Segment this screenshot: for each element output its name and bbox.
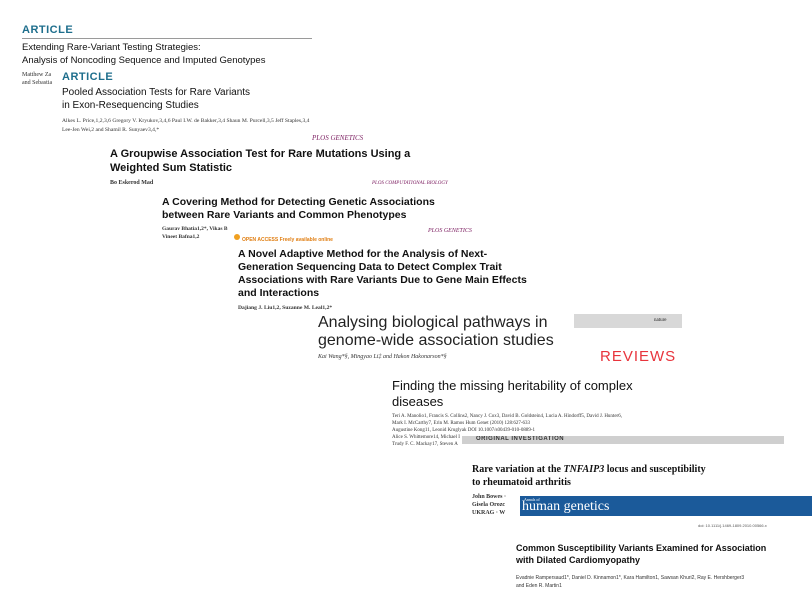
plos-comp-bio-logo: PLOS COMPUTATIONAL BIOLOGY: [372, 181, 448, 186]
paper-title-line1: Common Susceptibility Variants Examined …: [516, 543, 767, 553]
paper-title-line2: with Dilated Cardiomyopathy: [516, 555, 641, 565]
paper-title-line1: A Groupwise Association Test for Rare Mu…: [110, 148, 411, 160]
paper-card-groupwise-association: A Groupwise Association Test for Rare Mu…: [102, 143, 450, 193]
paper-authors-line2: and Sebastia: [22, 80, 53, 86]
paper-authors-line1: Matthew Za: [22, 72, 52, 78]
paper-title-line1: Finding the missing heritability of comp…: [392, 378, 633, 393]
paper-title-line2: Weighted Sum Statistic: [110, 162, 233, 174]
article-tag: ARTICLE: [22, 24, 74, 36]
article-tag: ARTICLE: [62, 71, 114, 83]
paper-title-line2: diseases: [392, 394, 444, 409]
paper-authors: Kai Wang*§, Mingyao Li‡ and Hakon Hakona…: [318, 354, 447, 360]
nature-logo: nature: [654, 318, 667, 323]
divider: [22, 38, 312, 39]
reviews-section-label: REVIEWS: [600, 348, 677, 365]
paper-card-covering-method: A Covering Method for Detecting Genetic …: [160, 193, 482, 245]
paper-title-line1: Extending Rare-Variant Testing Strategie…: [22, 42, 201, 53]
paper-authors-line1: Teri A. Manolio1, Francis S. Collins2, N…: [392, 414, 622, 419]
paper-title-line2: in Exon-Resequencing Studies: [62, 100, 199, 111]
paper-authors: Bo Eskerod Mad: [110, 180, 154, 186]
paper-authors-line1: Evadnie Rampersaud1*, Daniel D. Kinnamon…: [516, 575, 745, 581]
paper-authors-line1: Gaurav Bhatia1,2*, Vikas B: [162, 226, 228, 232]
open-access-icon: [234, 233, 240, 240]
paper-title-line1: Rare variation at the TNFAIP3 locus and …: [472, 464, 706, 475]
original-investigation-label: ORIGINAL INVESTIGATION: [476, 436, 565, 442]
paper-authors-line1: John Bowes ·: [472, 494, 507, 500]
paper-title-line1: A Covering Method for Detecting Genetic …: [162, 196, 435, 208]
paper-title-line1: A Novel Adaptive Method for the Analysis…: [238, 248, 488, 260]
paper-authors-line4: Alice S. Whittemore14, Michael I: [392, 435, 460, 440]
paper-card-pooled-association: ARTICLE Pooled Association Tests for Rar…: [60, 68, 400, 143]
paper-title-line3: Associations with Rare Variants Due to G…: [238, 274, 527, 286]
paper-title-line2: genome-wide association studies: [318, 332, 554, 349]
paper-authors-line2: Lee-Jen Wei,2 and Shamil R. Sunyaev3,4,*: [62, 127, 160, 133]
paper-authors-line3: UKRAG · W: [472, 510, 506, 516]
paper-card-dilated-cardiomyopathy: Annals of human genetics doi: 10.1111/j.…: [508, 496, 812, 599]
doi-text: doi: 10.1111/j.1469-1809.2010.00566.x: [698, 523, 767, 528]
paper-title-line1: Pooled Association Tests for Rare Varian…: [62, 87, 251, 98]
paper-authors-line3: Augustine Kong11, Leonid Kruglyak DOI 10…: [392, 428, 535, 433]
paper-title-line2: between Rare Variants and Common Phenoty…: [162, 209, 407, 221]
paper-title-line4: and Interactions: [238, 287, 320, 299]
open-access-label: OPEN ACCESS Freely available online: [234, 228, 333, 245]
plos-genetics-logo: PLOS GENETICS: [312, 134, 364, 142]
paper-card-novel-adaptive: A Novel Adaptive Method for the Analysis…: [232, 245, 572, 319]
paper-title-line2: to rheumatoid arthritis: [472, 477, 571, 488]
paper-authors-line2: Mark I. McCarthy7, Erin M. Ramos Hum Gen…: [392, 421, 531, 426]
paper-title-line2: Generation Sequencing Data to Detect Com…: [238, 261, 502, 273]
paper-authors-line5: Trudy F. C. Mackay17, Steven A: [392, 442, 458, 447]
paper-title-line1: Analysing biological pathways in: [318, 314, 548, 331]
plos-genetics-logo: PLOS GENETICS: [428, 228, 472, 234]
paper-card-biological-pathways: nature Analysing biological pathways in …: [312, 310, 682, 374]
paper-title-line2: Analysis of Noncoding Sequence and Imput…: [22, 55, 266, 66]
paper-authors-line2: and Eden R. Martin1: [516, 583, 562, 589]
paper-authors-line2: Gisela Orozc: [472, 502, 506, 508]
paper-authors-line2: Vineet Bafna1,2: [162, 234, 200, 240]
annals-banner-title: human genetics: [522, 499, 610, 514]
paper-authors-line1: Alkes L. Price,1,2,3,6 Gregory V. Kryuko…: [62, 118, 310, 124]
